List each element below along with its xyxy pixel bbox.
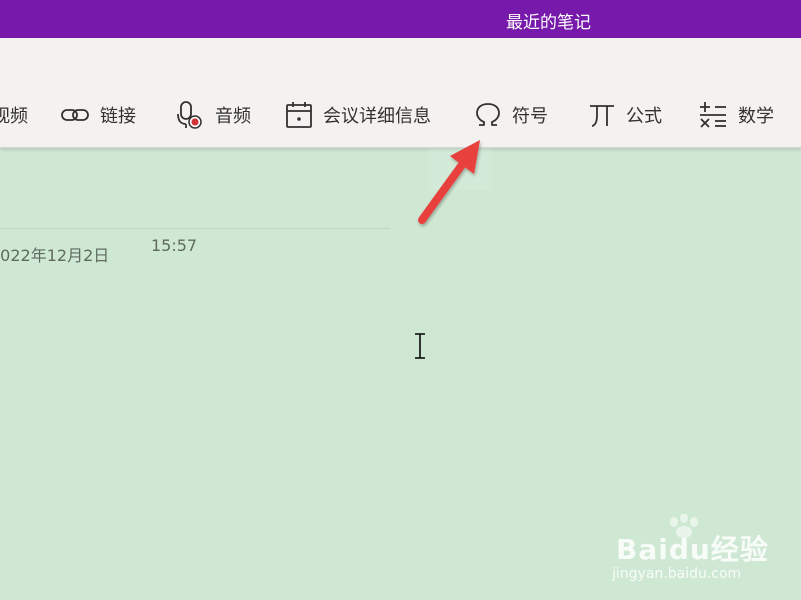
ribbon-link-label: 链接 — [100, 106, 136, 127]
ribbon-meeting-details-button[interactable]: 会议详细信息 — [285, 97, 431, 133]
link-icon — [60, 105, 90, 125]
window-title: 最近的笔记 — [506, 13, 591, 33]
ribbon-audio-label: 音频 — [215, 106, 251, 127]
watermark-brand: Baidu经验 — [616, 533, 769, 566]
math-icon — [698, 100, 728, 130]
ribbon-symbol-button[interactable]: 符号 — [474, 97, 548, 133]
title-bar: 最近的笔记 — [0, 0, 801, 38]
ribbon-audio-button[interactable]: 音频 — [175, 97, 251, 133]
ribbon-equation-label: 公式 — [626, 106, 662, 127]
ribbon-symbol-label: 符号 — [512, 106, 548, 127]
annotation-arrow-icon — [412, 136, 492, 234]
text-cursor-icon — [410, 332, 430, 364]
note-time: 15:57 — [151, 236, 198, 255]
calendar-icon — [285, 101, 313, 129]
ribbon-math-button[interactable]: 数学 — [698, 97, 774, 133]
ribbon-video-button[interactable]: 视频 — [0, 97, 28, 133]
insert-ribbon: 视频 链接 音频 会议详细信息 符号 公式 数学 — [0, 38, 801, 148]
ribbon-meeting-details-label: 会议详细信息 — [323, 106, 431, 127]
ribbon-math-label: 数学 — [738, 106, 774, 127]
audio-record-icon — [175, 100, 205, 130]
ribbon-equation-button[interactable]: 公式 — [588, 97, 662, 133]
pi-icon — [588, 101, 616, 129]
title-underline — [0, 228, 390, 229]
watermark-url: jingyan.baidu.com — [612, 566, 742, 582]
ribbon-link-button[interactable]: 链接 — [60, 97, 136, 133]
note-date: 2022年12月2日 — [0, 246, 110, 265]
ribbon-video-label: 视频 — [0, 106, 28, 127]
omega-icon — [474, 101, 502, 129]
